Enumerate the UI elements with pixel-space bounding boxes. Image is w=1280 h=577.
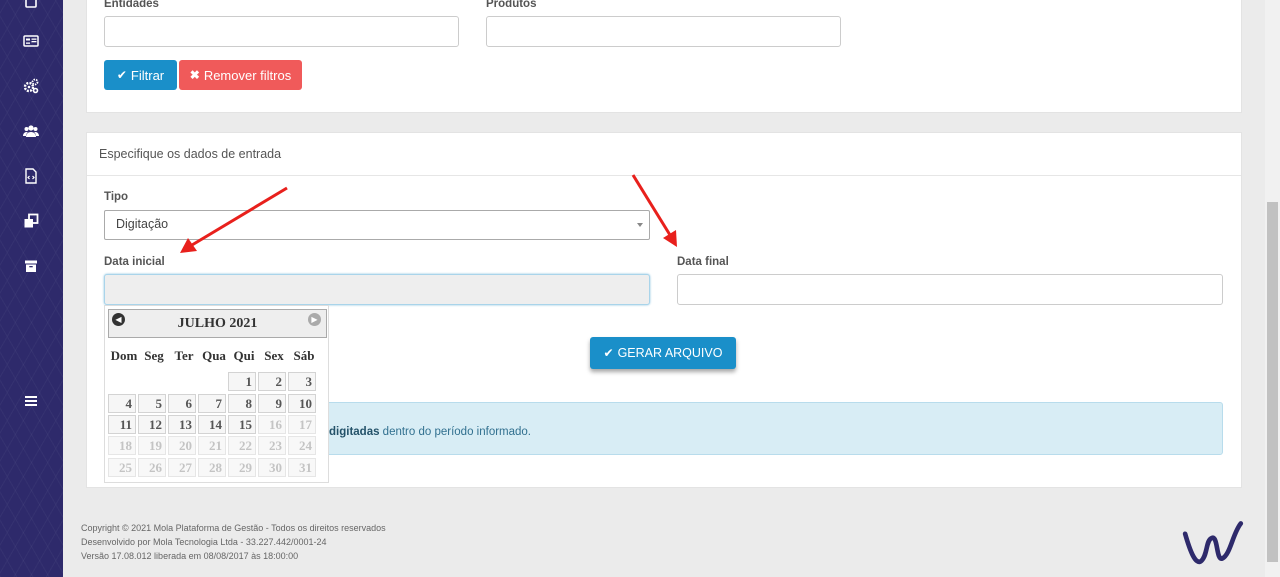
filtrar-button[interactable]: ✔ Filtrar	[104, 60, 177, 90]
datepicker-day: 16	[258, 415, 286, 434]
datepicker-day[interactable]: 2	[258, 372, 286, 391]
archive-icon[interactable]	[22, 257, 40, 275]
weekday-header: Qua	[202, 348, 226, 363]
tipo-select[interactable]: Digitação	[104, 210, 650, 240]
datepicker: JULHO 2021 ◀ ▶ Dom Seg Ter Qua Qui Sex Sáb 1 2 3 4…	[104, 305, 329, 483]
entidades-input[interactable]	[104, 16, 459, 47]
weekday-header: Ter	[174, 348, 194, 363]
datepicker-day: 23	[258, 436, 286, 455]
weekday-header: Dom	[110, 348, 138, 363]
datepicker-day: 28	[198, 458, 226, 477]
datepicker-next-icon[interactable]: ▶	[308, 313, 321, 326]
datepicker-day[interactable]: 11	[108, 415, 136, 434]
sidebar	[0, 0, 63, 577]
menu-icon[interactable]	[22, 392, 40, 410]
datepicker-day[interactable]: 1	[228, 372, 256, 391]
datepicker-day: 17	[288, 415, 316, 434]
tipo-label: Tipo	[104, 191, 129, 203]
weekday-header: Sáb	[293, 348, 315, 363]
document-icon[interactable]	[22, 0, 40, 9]
weekday-header: Sex	[264, 348, 284, 363]
weekday-header: Seg	[144, 348, 164, 363]
datepicker-day[interactable]: 10	[288, 394, 316, 413]
weekday-header: Qui	[233, 348, 255, 363]
data-inicial-label: Data inicial	[104, 256, 165, 268]
datepicker-day: 29	[228, 458, 256, 477]
datepicker-day[interactable]: 7	[198, 394, 226, 413]
datepicker-day[interactable]: 8	[228, 394, 256, 413]
footer: Copyright © 2021 Mola Plataforma de Gest…	[63, 507, 1265, 577]
datepicker-day: 18	[108, 436, 136, 455]
page-scrollbar-thumb[interactable]	[1267, 202, 1278, 562]
datepicker-day[interactable]: 5	[138, 394, 166, 413]
datepicker-day[interactable]: 4	[108, 394, 136, 413]
entrada-panel-header-divider	[87, 175, 1241, 176]
datepicker-day[interactable]: 15	[228, 415, 256, 434]
mola-logo	[1182, 521, 1244, 565]
check-icon: ✔	[116, 68, 127, 82]
entidades-label: Entidades	[104, 0, 159, 10]
produtos-label: Produtos	[486, 0, 537, 10]
datepicker-day: 24	[288, 436, 316, 455]
datepicker-day[interactable]: 3	[288, 372, 316, 391]
clone-icon[interactable]	[22, 212, 40, 230]
file-code-icon[interactable]	[22, 167, 40, 185]
datepicker-day: 19	[138, 436, 166, 455]
data-final-input[interactable]	[677, 274, 1223, 305]
datepicker-day: 21	[198, 436, 226, 455]
datepicker-day: 25	[108, 458, 136, 477]
datepicker-title: JULHO 2021	[177, 315, 258, 331]
datepicker-day[interactable]: 6	[168, 394, 196, 413]
footer-copyright: Copyright © 2021 Mola Plataforma de Gest…	[81, 523, 386, 533]
datepicker-day[interactable]: 13	[168, 415, 196, 434]
data-inicial-input[interactable]	[104, 274, 650, 305]
caret-down-icon	[637, 223, 643, 227]
gerar-arquivo-button[interactable]: ✔ GERAR ARQUIVO	[590, 337, 736, 369]
entrada-panel-title: Especifique os dados de entrada	[99, 147, 282, 161]
datepicker-day: 27	[168, 458, 196, 477]
remover-filtros-button[interactable]: ✖ Remover filtros	[179, 60, 302, 90]
datepicker-day: 26	[138, 458, 166, 477]
datepicker-day: 22	[228, 436, 256, 455]
data-final-label: Data final	[677, 256, 729, 268]
datepicker-prev-icon[interactable]: ◀	[112, 313, 125, 326]
id-card-icon[interactable]	[22, 32, 40, 50]
datepicker-day: 20	[168, 436, 196, 455]
datepicker-day[interactable]: 12	[138, 415, 166, 434]
cogs-icon[interactable]	[22, 77, 40, 95]
datepicker-day[interactable]: 9	[258, 394, 286, 413]
produtos-input[interactable]	[486, 16, 841, 47]
datepicker-header: JULHO 2021	[108, 309, 327, 338]
footer-developer: Desenvolvido por Mola Tecnologia Ltda - …	[81, 537, 327, 547]
times-icon: ✖	[189, 68, 200, 82]
datepicker-day: 31	[288, 458, 316, 477]
datepicker-day[interactable]: 14	[198, 415, 226, 434]
info-alert-text: digitadas dentro do período informado.	[329, 426, 532, 438]
check-icon: ✔	[603, 346, 614, 360]
tipo-select-value: Digitação	[116, 217, 169, 231]
footer-version: Versão 17.08.012 liberada em 08/08/2017 …	[81, 551, 299, 561]
datepicker-day: 30	[258, 458, 286, 477]
users-icon[interactable]	[22, 122, 40, 140]
page-scrollbar[interactable]	[1265, 0, 1280, 577]
